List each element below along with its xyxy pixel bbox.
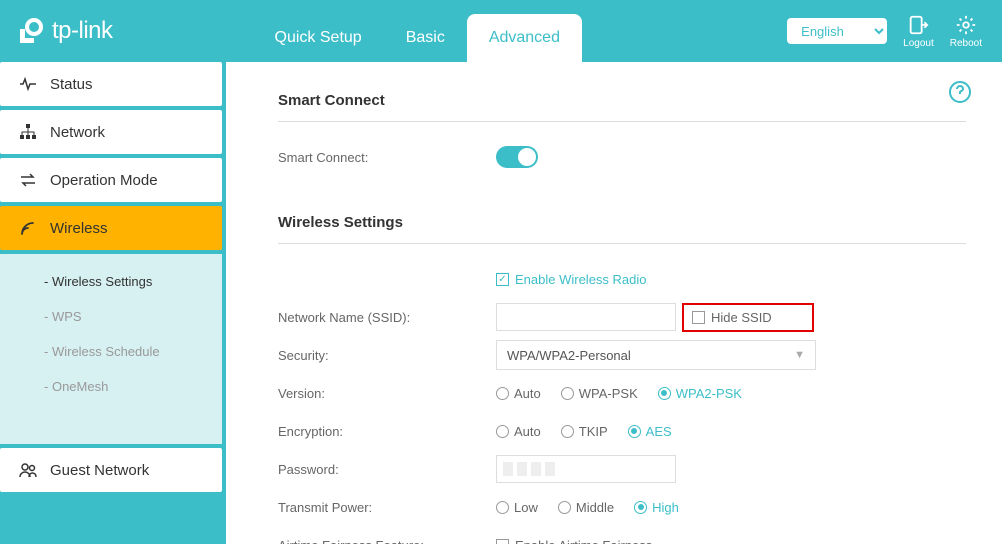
row-password: Password: [278,452,966,486]
row-ssid: Network Name (SSID): Hide SSID [278,300,966,334]
sidebar-item-label: Network [50,124,105,141]
label-hide-ssid: Hide SSID [711,310,772,325]
dropdown-security-value: WPA/WPA2-Personal [507,348,631,363]
help-icon[interactable] [948,80,972,104]
label-security: Security: [278,348,496,363]
label-encryption: Encryption: [278,424,496,439]
radio-transmit-high[interactable]: High [634,500,679,515]
sidebar-item-label: Status [50,76,93,93]
section-smart-connect: Smart Connect [278,92,966,122]
logout-button[interactable]: Logout [903,14,934,49]
sidebar-item-label: Operation Mode [50,172,158,189]
reboot-icon [955,14,977,36]
label-ssid: Network Name (SSID): [278,310,496,325]
input-password[interactable] [496,455,676,483]
sidebar-item-label: Wireless [50,220,108,237]
brand-logo: tp-link [18,17,113,45]
sub-item-wps[interactable]: WPS [0,299,222,334]
radio-version-wpa-psk[interactable]: WPA-PSK [561,386,638,401]
sub-item-wireless-settings[interactable]: Wireless Settings [0,264,222,299]
sidebar-item-network[interactable]: Network [0,110,222,154]
content-panel: Smart Connect Smart Connect: Wireless Se… [226,62,1002,544]
label-airtime-checkbox: Enable Airtime Fairness [515,538,652,544]
label-version: Version: [278,386,496,401]
sidebar-item-status[interactable]: Status [0,62,222,106]
radio-encryption-aes[interactable]: AES [628,424,672,439]
label-airtime: Airtime Fairness Feature: [278,538,496,544]
radio-encryption-tkip[interactable]: TKIP [561,424,608,439]
status-icon [18,74,38,94]
guest-network-icon [18,460,38,480]
sub-item-wireless-schedule[interactable]: Wireless Schedule [0,334,222,369]
reboot-button[interactable]: Reboot [950,14,982,49]
operation-mode-icon [18,170,38,190]
brand-text: tp-link [52,17,113,45]
chevron-down-icon: ▼ [794,349,805,361]
row-security: Security: WPA/WPA2-Personal ▼ [278,338,966,372]
label-enable-radio: Enable Wireless Radio [515,272,647,287]
tp-link-icon [18,17,46,45]
tab-basic[interactable]: Basic [384,14,467,62]
label-smart-connect: Smart Connect: [278,150,496,165]
top-right: English Logout Reboot [787,14,982,49]
sidebar-item-wireless[interactable]: Wireless [0,206,222,250]
radio-transmit-middle[interactable]: Middle [558,500,614,515]
radio-transmit-low[interactable]: Low [496,500,538,515]
reboot-label: Reboot [950,38,982,49]
logout-label: Logout [903,38,934,49]
sidebar-submenu: Wireless Settings WPS Wireless Schedule … [0,254,222,444]
top-bar: tp-link Quick Setup Basic Advanced Engli… [0,0,1002,62]
row-enable-radio: ✓ Enable Wireless Radio [278,262,966,296]
network-icon [18,122,38,142]
section-wireless-settings: Wireless Settings [278,214,966,244]
input-ssid[interactable] [496,303,676,331]
label-password: Password: [278,462,496,477]
tab-advanced[interactable]: Advanced [467,14,582,62]
row-encryption: Encryption: Auto TKIP AES [278,414,966,448]
sidebar-item-operation-mode[interactable]: Operation Mode [0,158,222,202]
checkbox-enable-radio[interactable]: ✓ [496,273,509,286]
row-airtime: Airtime Fairness Feature: Enable Airtime… [278,528,966,544]
language-select[interactable]: English [787,18,887,44]
tab-quick-setup[interactable]: Quick Setup [253,14,384,62]
checkbox-airtime[interactable] [496,539,509,544]
sub-item-onemesh[interactable]: OneMesh [0,369,222,404]
radio-encryption-auto[interactable]: Auto [496,424,541,439]
checkbox-hide-ssid[interactable] [692,311,705,324]
dropdown-security[interactable]: WPA/WPA2-Personal ▼ [496,340,816,370]
wireless-icon [18,218,38,238]
sidebar-item-guest-network[interactable]: Guest Network [0,448,222,492]
body: Status Network Operation Mode Wireless W… [0,62,1002,544]
radio-version-auto[interactable]: Auto [496,386,541,401]
highlight-hide-ssid: Hide SSID [682,303,814,332]
row-smart-connect: Smart Connect: [278,140,966,174]
logout-icon [907,14,929,36]
radio-version-wpa2-psk[interactable]: WPA2-PSK [658,386,742,401]
row-version: Version: Auto WPA-PSK WPA2-PSK [278,376,966,410]
toggle-smart-connect[interactable] [496,146,538,168]
row-transmit: Transmit Power: Low Middle High [278,490,966,524]
top-tabs: Quick Setup Basic Advanced [253,0,582,62]
sidebar: Status Network Operation Mode Wireless W… [0,62,226,544]
label-transmit: Transmit Power: [278,500,496,515]
sidebar-item-label: Guest Network [50,462,149,479]
